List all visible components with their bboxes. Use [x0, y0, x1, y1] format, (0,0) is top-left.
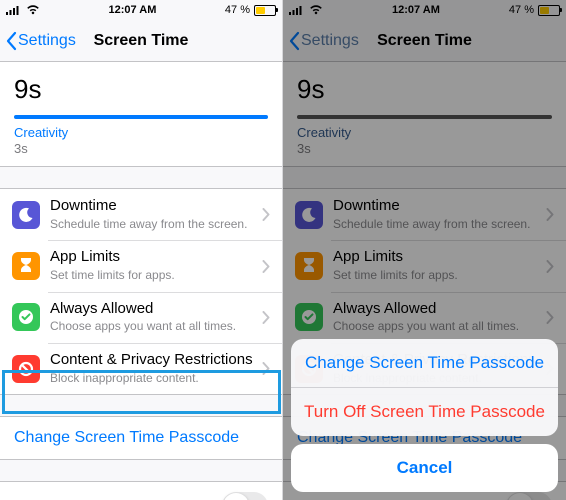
back-button[interactable]: Settings [0, 31, 76, 51]
sheet-cancel[interactable]: Cancel [291, 444, 558, 492]
category-label: Creativity [14, 125, 268, 140]
option-title: Downtime [50, 197, 256, 216]
wifi-icon [26, 5, 40, 15]
screen-right: 12:07 AM 47 % Settings Screen Time 9s Cr… [283, 0, 566, 500]
sheet-change-passcode[interactable]: Change Screen Time Passcode [291, 339, 558, 387]
screen-left: 12:07 AM 47 % Settings Screen Time 9s Cr… [0, 0, 283, 500]
battery-percentage: 47 % [225, 4, 250, 16]
option-row-always-allowed[interactable]: Always AllowedChoose apps you want at al… [0, 292, 282, 343]
category-value: 3s [14, 141, 268, 156]
action-sheet: Change Screen Time Passcode Turn Off Scr… [291, 339, 558, 492]
total-time: 9s [14, 74, 268, 105]
check-icon [12, 303, 40, 331]
change-passcode-label: Change Screen Time Passcode [14, 429, 239, 447]
option-subtitle: Set time limits for apps. [50, 268, 256, 284]
chevron-right-icon [262, 260, 270, 273]
change-passcode-button[interactable]: Change Screen Time Passcode [0, 416, 282, 460]
option-row-downtime[interactable]: DowntimeSchedule time away from the scre… [0, 189, 282, 240]
back-label: Settings [18, 32, 76, 50]
option-title: App Limits [50, 248, 256, 267]
status-time: 12:07 AM [40, 4, 225, 16]
moon-icon [12, 201, 40, 229]
chevron-right-icon [262, 311, 270, 324]
options-list: DowntimeSchedule time away from the scre… [0, 188, 282, 395]
battery-icon [254, 5, 276, 16]
chevron-right-icon [262, 208, 270, 221]
chevron-right-icon [262, 362, 270, 375]
share-toggle[interactable] [222, 492, 268, 500]
chevron-left-icon [4, 31, 18, 51]
option-subtitle: Schedule time away from the screen. [50, 217, 256, 233]
option-row-content-privacy-restrictions[interactable]: Content & Privacy RestrictionsBlock inap… [0, 343, 282, 394]
option-subtitle: Block inappropriate content. [50, 371, 256, 387]
signal-icon [6, 5, 22, 15]
nosign-icon [12, 355, 40, 383]
option-row-app-limits[interactable]: App LimitsSet time limits for apps. [0, 240, 282, 291]
nav-bar: Settings Screen Time [0, 20, 282, 62]
option-title: Always Allowed [50, 300, 256, 319]
share-across-devices-row: Share Across Devices [0, 481, 282, 500]
hourglass-icon [12, 252, 40, 280]
option-subtitle: Choose apps you want at all times. [50, 319, 256, 335]
sheet-turnoff-passcode[interactable]: Turn Off Screen Time Passcode [291, 387, 558, 436]
usage-bar [14, 115, 268, 119]
summary-card[interactable]: 9s Creativity 3s [0, 62, 282, 167]
option-title: Content & Privacy Restrictions [50, 351, 256, 370]
status-bar: 12:07 AM 47 % [0, 0, 282, 20]
